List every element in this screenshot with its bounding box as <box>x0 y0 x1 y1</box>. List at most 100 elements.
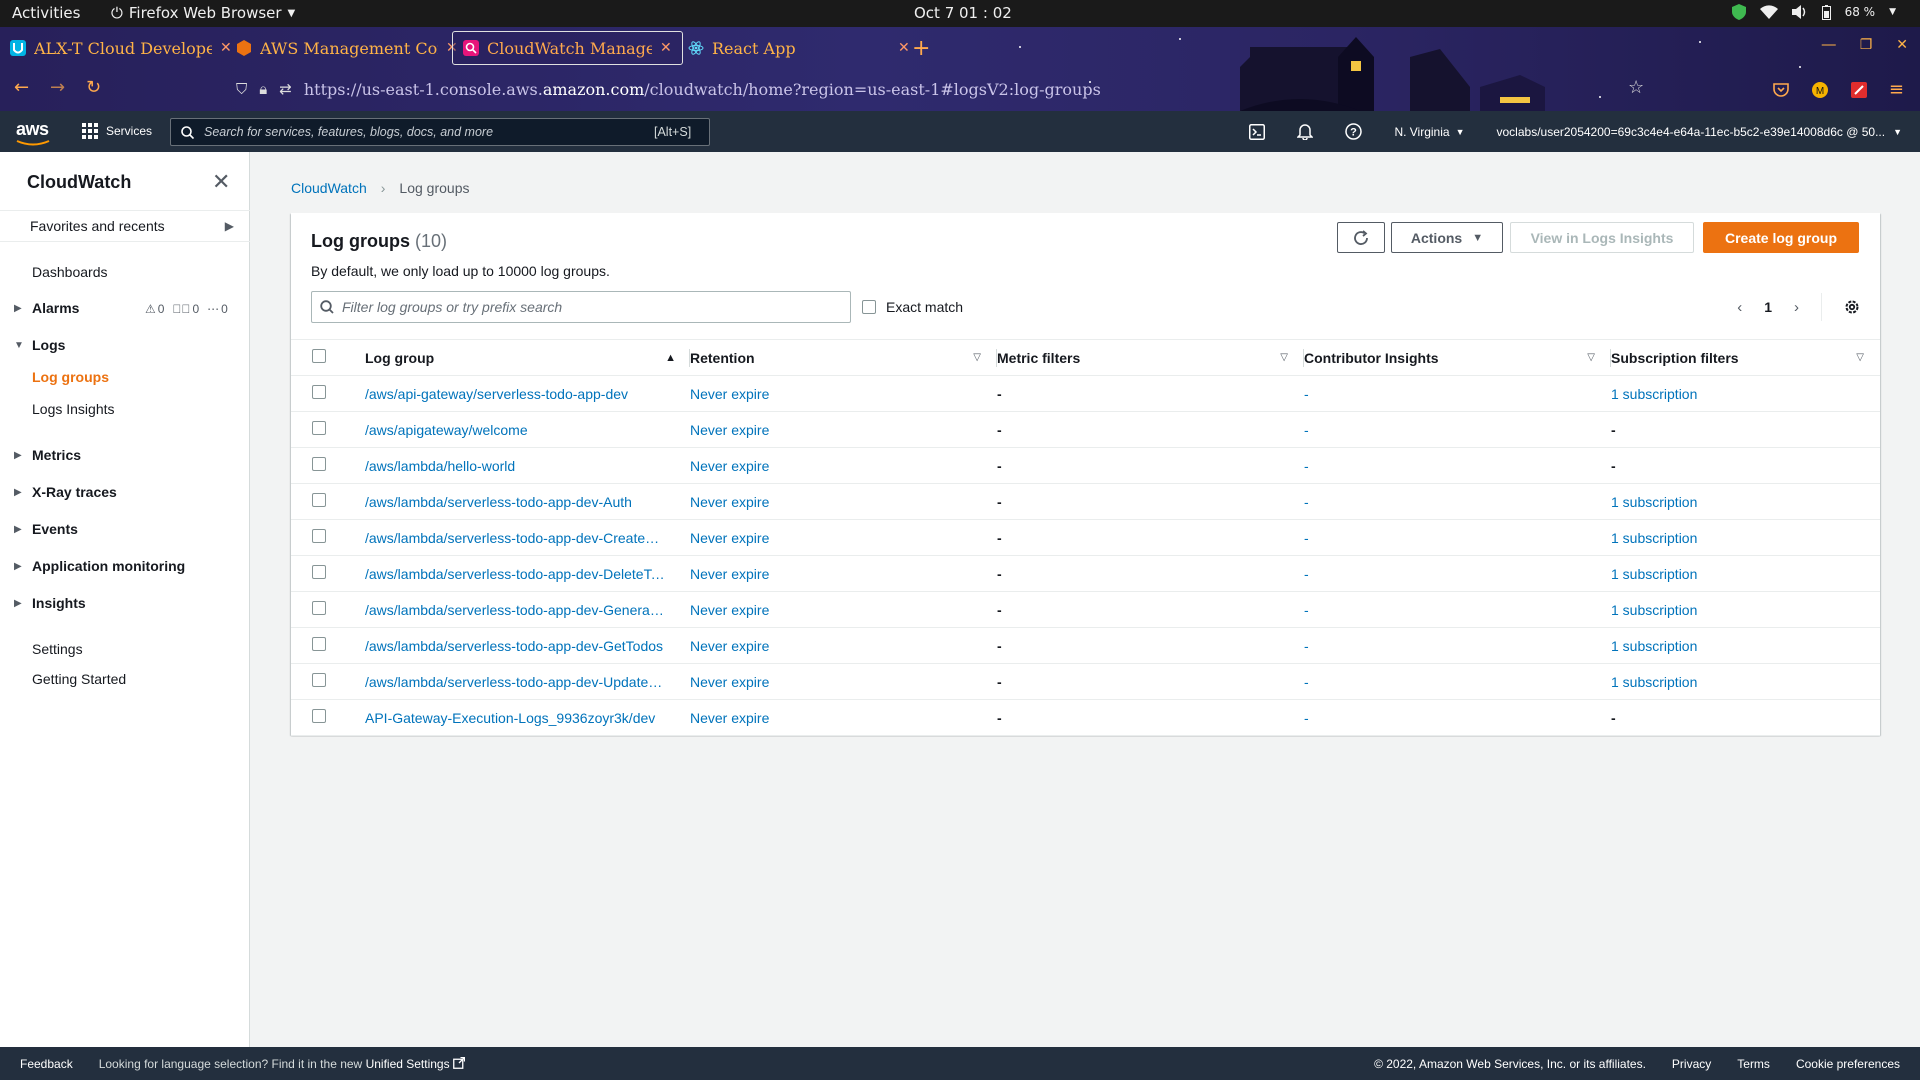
subscription-link[interactable]: 1 subscription <box>1611 386 1697 402</box>
col-retention[interactable]: Retention ▽ <box>690 339 997 376</box>
table-row[interactable]: /aws/lambda/serverless-todo-app-dev-Dele… <box>291 555 1880 592</box>
log-group-link[interactable]: /aws/lambda/hello-world <box>365 458 665 474</box>
log-group-link[interactable]: /aws/lambda/serverless-todo-app-dev-Crea… <box>365 530 665 546</box>
close-icon[interactable]: ✕ <box>212 170 230 195</box>
row-checkbox[interactable] <box>312 637 326 651</box>
cloudshell-icon[interactable] <box>1249 123 1266 140</box>
table-row[interactable]: /aws/api-gateway/serverless-todo-app-dev… <box>291 375 1880 412</box>
refresh-button[interactable] <box>1337 222 1385 253</box>
maximize-icon[interactable]: ❐ <box>1860 37 1873 53</box>
contributor-insights-link[interactable]: - <box>1304 566 1309 582</box>
exact-match-checkbox[interactable] <box>862 300 876 314</box>
row-checkbox[interactable] <box>312 529 326 543</box>
tab-aws-console[interactable]: AWS Management Con ✕ <box>226 31 468 65</box>
retention-link[interactable]: Never expire <box>690 710 769 726</box>
new-tab-button[interactable]: + <box>912 36 930 61</box>
log-group-link[interactable]: /aws/apigateway/welcome <box>365 422 665 438</box>
table-row[interactable]: /aws/lambda/serverless-todo-app-dev-Gene… <box>291 591 1880 628</box>
tracking-shield-icon[interactable]: ⛉ <box>236 80 247 98</box>
row-checkbox[interactable] <box>312 709 326 723</box>
log-group-link[interactable]: /aws/lambda/serverless-todo-app-dev-Auth <box>365 494 665 510</box>
privacy-link[interactable]: Privacy <box>1672 1057 1711 1071</box>
sidebar-item-logs[interactable]: ▼ Logs <box>14 337 65 353</box>
subscription-link[interactable]: 1 subscription <box>1611 674 1697 690</box>
create-log-group-button[interactable]: Create log group <box>1703 222 1859 253</box>
alarm-in-alarm-count[interactable]: ⚠ 0 <box>145 302 164 316</box>
activities-button[interactable]: Activities <box>12 4 80 22</box>
page-number[interactable]: 1 <box>1764 299 1772 315</box>
close-icon[interactable]: ✕ <box>660 40 672 56</box>
bookmark-star-icon[interactable]: ☆ <box>1628 77 1644 98</box>
sidebar-item-application-monitoring[interactable]: ▶ Application monitoring <box>14 558 185 574</box>
aws-search-box[interactable]: [Alt+S] <box>170 118 710 146</box>
tab-react-app[interactable]: React App ✕ <box>678 31 920 65</box>
table-row[interactable]: /aws/lambda/serverless-todo-app-dev-GetT… <box>291 627 1880 664</box>
account-menu[interactable]: voclabs/user2054200=69c3c4e4-e64a-11ec-b… <box>1497 125 1903 139</box>
view-in-logs-insights-button[interactable]: View in Logs Insights <box>1510 222 1694 253</box>
sidebar-item-logs-insights[interactable]: Logs Insights <box>32 401 115 417</box>
url-bar[interactable]: ⛉ 🔒︎ ⇄ https://us-east-1.console.aws.ama… <box>236 73 1636 105</box>
retention-link[interactable]: Never expire <box>690 494 769 510</box>
contributor-insights-link[interactable]: - <box>1304 494 1309 510</box>
extension-icon[interactable] <box>1850 81 1867 98</box>
unified-settings-link[interactable]: Unified Settings <box>366 1056 466 1071</box>
table-row[interactable]: /aws/apigateway/welcome Never expire - - - <box>291 411 1880 448</box>
log-group-link[interactable]: /aws/lambda/serverless-todo-app-dev-Upda… <box>365 674 665 690</box>
services-menu-button[interactable]: Services <box>82 123 152 139</box>
table-row[interactable]: /aws/lambda/serverless-todo-app-dev-Upda… <box>291 663 1880 700</box>
col-subscription-filters[interactable]: Subscription filters ▽ <box>1611 339 1880 376</box>
aws-logo[interactable]: aws <box>16 119 49 140</box>
table-row[interactable]: /aws/lambda/serverless-todo-app-dev-Crea… <box>291 519 1880 556</box>
tab-cloudwatch[interactable]: CloudWatch Manageme ✕ <box>452 31 683 65</box>
sidebar-item-metrics[interactable]: ▶ Metrics <box>14 447 81 463</box>
exact-match-toggle[interactable]: Exact match <box>862 299 963 315</box>
subscription-link[interactable]: 1 subscription <box>1611 494 1697 510</box>
retention-link[interactable]: Never expire <box>690 602 769 618</box>
row-checkbox[interactable] <box>312 457 326 471</box>
row-checkbox[interactable] <box>312 673 326 687</box>
contributor-insights-link[interactable]: - <box>1304 458 1309 474</box>
contributor-insights-link[interactable]: - <box>1304 638 1309 654</box>
alarm-ok-count[interactable]: ✓⃝ 0 <box>172 302 199 316</box>
subscription-link[interactable]: 1 subscription <box>1611 638 1697 654</box>
sidebar-item-getting-started[interactable]: Getting Started <box>32 671 126 687</box>
forward-arrow-icon[interactable]: → <box>50 77 65 98</box>
feedback-link[interactable]: Feedback <box>20 1057 73 1071</box>
permissions-icon[interactable]: ⇄ <box>279 80 292 98</box>
sidebar-item-dashboards[interactable]: Dashboards <box>32 264 108 280</box>
subscription-link[interactable]: 1 subscription <box>1611 602 1697 618</box>
log-group-link[interactable]: /aws/lambda/serverless-todo-app-dev-Gene… <box>365 602 665 618</box>
row-checkbox[interactable] <box>312 421 326 435</box>
sidebar-item-alarms[interactable]: ▶ Alarms <box>14 300 79 316</box>
log-group-link[interactable]: /aws/api-gateway/serverless-todo-app-dev <box>365 386 665 402</box>
tab-alx[interactable]: ALX-T Cloud Developer ✕ <box>0 31 242 65</box>
region-selector[interactable]: N. Virginia ▼ <box>1394 125 1464 139</box>
retention-link[interactable]: Never expire <box>690 458 769 474</box>
hamburger-menu-icon[interactable]: ≡ <box>1889 79 1904 100</box>
filter-input[interactable] <box>342 299 842 315</box>
close-icon[interactable]: ✕ <box>898 40 910 56</box>
terms-link[interactable]: Terms <box>1737 1057 1770 1071</box>
sidebar-item-insights[interactable]: ▶ Insights <box>14 595 86 611</box>
col-log-group[interactable]: Log group ▲ <box>365 339 690 376</box>
cookie-preferences-link[interactable]: Cookie preferences <box>1796 1057 1900 1071</box>
contributor-insights-link[interactable]: - <box>1304 530 1309 546</box>
aws-search-input[interactable] <box>204 125 644 139</box>
chevron-left-icon[interactable]: ‹ <box>1737 299 1742 316</box>
table-row[interactable]: /aws/lambda/hello-world Never expire - - - <box>291 447 1880 484</box>
retention-link[interactable]: Never expire <box>690 386 769 402</box>
row-checkbox[interactable] <box>312 565 326 579</box>
log-group-link[interactable]: API-Gateway-Execution-Logs_9936zoyr3k/de… <box>365 710 665 726</box>
sidebar-item-log-groups[interactable]: Log groups <box>32 369 109 385</box>
pocket-icon[interactable] <box>1773 82 1789 98</box>
log-group-link[interactable]: /aws/lambda/serverless-todo-app-dev-Dele… <box>365 566 665 582</box>
select-all-checkbox[interactable] <box>312 349 326 363</box>
chevron-right-icon[interactable]: › <box>1794 299 1799 316</box>
retention-link[interactable]: Never expire <box>690 530 769 546</box>
contributor-insights-link[interactable]: - <box>1304 674 1309 690</box>
retention-link[interactable]: Never expire <box>690 638 769 654</box>
table-row[interactable]: API-Gateway-Execution-Logs_9936zoyr3k/de… <box>291 699 1880 736</box>
back-arrow-icon[interactable]: ← <box>14 77 29 98</box>
retention-link[interactable]: Never expire <box>690 422 769 438</box>
breadcrumb-cloudwatch[interactable]: CloudWatch <box>291 180 367 196</box>
